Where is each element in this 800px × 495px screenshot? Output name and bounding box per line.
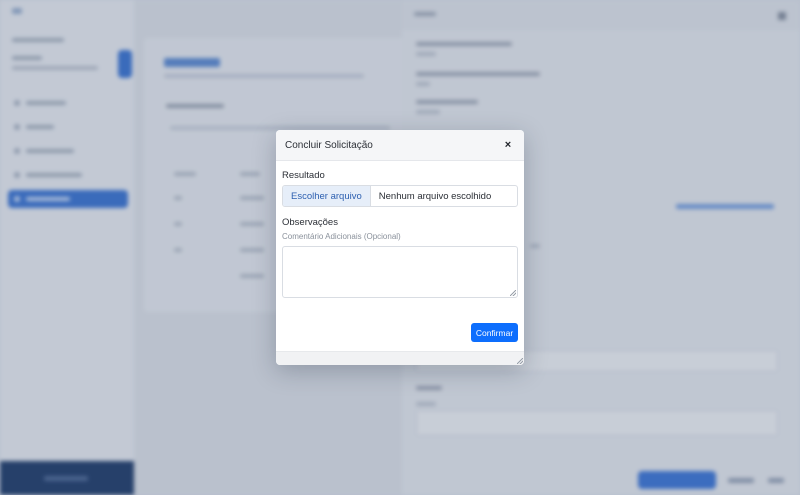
conclude-request-modal: Concluir Solicitação × Resultado Escolhe… [276, 130, 524, 365]
modal-body: Resultado Escolher arquivo Nenhum arquiv… [276, 161, 524, 298]
confirm-button[interactable]: Confirmar [471, 323, 518, 342]
modal-footer: Confirmar [276, 323, 524, 345]
modal-bottom-strip [276, 351, 524, 365]
resize-grip-icon[interactable] [510, 290, 516, 296]
result-label: Resultado [282, 170, 325, 181]
choose-file-button[interactable]: Escolher arquivo [283, 186, 371, 206]
file-name-display: Nenhum arquivo escolhido [378, 190, 492, 202]
close-icon[interactable]: × [501, 138, 515, 152]
resize-grip-icon[interactable] [517, 358, 523, 364]
modal-header: Concluir Solicitação × [276, 130, 524, 161]
observations-textarea[interactable] [282, 246, 518, 298]
observations-label: Observações [282, 217, 338, 228]
observations-hint: Comentário Adicionais (Opcional) [282, 232, 401, 241]
modal-title: Concluir Solicitação [285, 139, 373, 151]
result-file-input[interactable]: Escolher arquivo Nenhum arquivo escolhid… [282, 185, 518, 207]
